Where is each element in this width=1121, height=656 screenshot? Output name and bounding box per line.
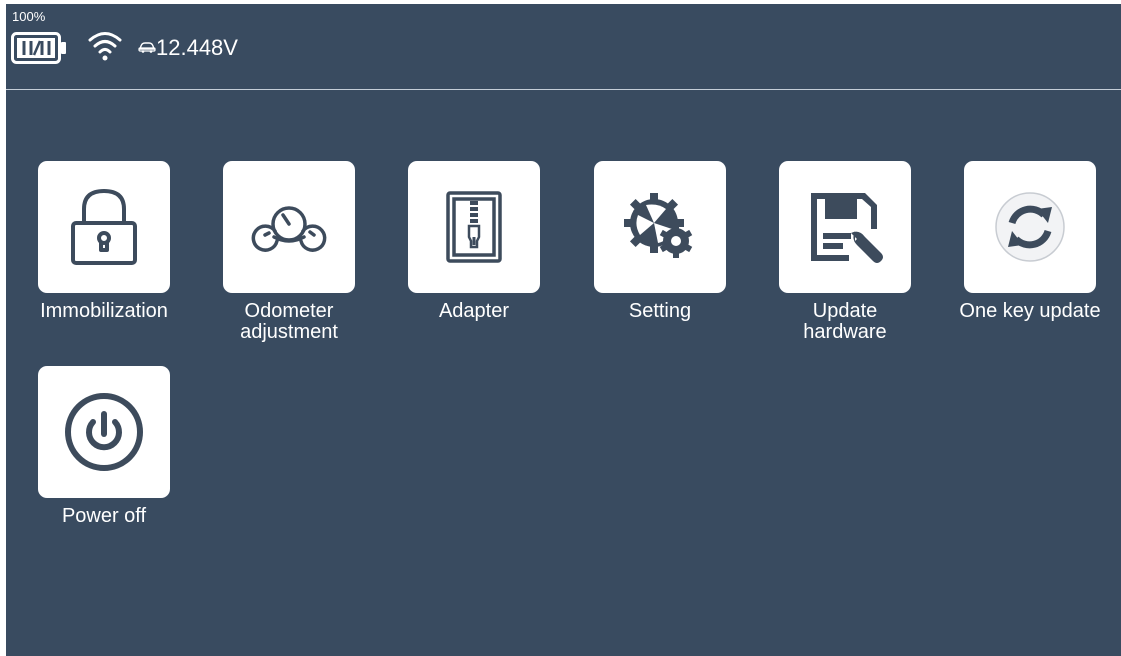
refresh-icon (995, 192, 1065, 262)
tile[interactable] (38, 366, 170, 498)
tile[interactable] (38, 161, 170, 293)
app-label: Immobilization (40, 300, 168, 322)
battery-percentage: 100% (12, 9, 46, 24)
app-label: One key update (959, 300, 1101, 322)
app-label: Adapter (438, 300, 510, 322)
tile[interactable] (594, 161, 726, 293)
status-bar: 100% 12.448V (6, 4, 1121, 90)
car-icon (138, 42, 156, 53)
home-screen: 100% 12.448V Immobilization Odometer adj… (6, 4, 1121, 656)
app-label: Setting (628, 300, 692, 322)
header-divider (6, 89, 1121, 90)
zipper-icon (446, 191, 502, 263)
floppy-wrench-icon (811, 193, 883, 263)
tile[interactable] (779, 161, 911, 293)
padlock-icon (71, 189, 137, 265)
power-icon (65, 393, 143, 471)
gauges-icon (251, 206, 327, 252)
gears-icon (624, 193, 693, 258)
wifi-icon (88, 32, 122, 61)
app-label: Power off (61, 505, 147, 527)
battery-icon (11, 32, 66, 64)
tile[interactable] (964, 161, 1096, 293)
app-label: Update hardware (803, 300, 887, 343)
voltage-reading: 12.448V (156, 35, 238, 60)
tile[interactable] (408, 161, 540, 293)
tile[interactable] (223, 161, 355, 293)
app-label: Odometer adjustment (240, 300, 338, 343)
